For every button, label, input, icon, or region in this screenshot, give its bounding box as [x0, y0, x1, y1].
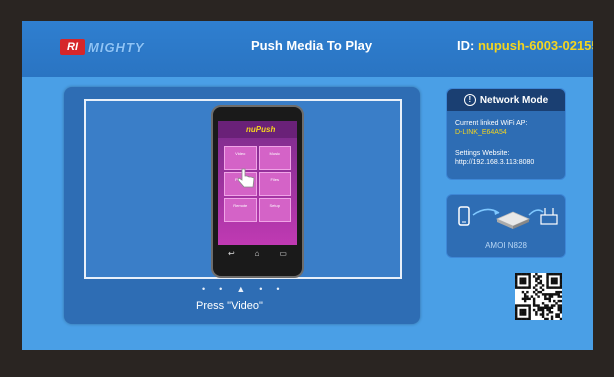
- tv-screen: RI MIGHTY Push Media To Play ID: nupush-…: [22, 21, 593, 350]
- network-mode-title: Network Mode: [479, 94, 549, 106]
- website-label: Settings Website:: [455, 150, 510, 157]
- instruction-text: Press "Video": [196, 300, 263, 312]
- step-dot-active: ▲: [236, 284, 246, 294]
- step-dot: •: [276, 284, 280, 294]
- recent-apps-icon: ▭: [279, 249, 287, 258]
- network-mode-header: ! Network Mode: [447, 89, 565, 111]
- phone-icon: [458, 206, 470, 226]
- step-dot: •: [219, 284, 223, 294]
- wifi-value: D-LINK_E64A54: [455, 129, 507, 136]
- app-tile-setup: Setup: [258, 198, 291, 222]
- qr-code-image: [515, 273, 563, 321]
- logo-mark: RI: [60, 39, 85, 55]
- device-id-label: ID:: [457, 38, 475, 53]
- phone-illustration: nuPush Video Music Photo Files Remote Se…: [211, 105, 304, 278]
- logo-text: MIGHTY: [88, 39, 145, 55]
- app-tile-music: Music: [258, 146, 291, 170]
- phone-screen: nuPush Video Music Photo Files Remote Se…: [218, 121, 297, 245]
- wifi-info: Current linked WiFi AP: D-LINK_E64A54: [455, 119, 527, 137]
- app-name: nuPush: [246, 125, 276, 134]
- media-box-icon: [496, 211, 530, 229]
- wifi-label: Current linked WiFi AP:: [455, 120, 528, 127]
- website-info: Settings Website: http://192.168.3.113:8…: [455, 149, 534, 167]
- connection-diagram: [458, 206, 558, 229]
- step-indicator: • • ▲ • •: [202, 284, 280, 294]
- brand-logo: RI MIGHTY: [60, 38, 145, 56]
- app-tile-files: Files: [258, 172, 291, 196]
- step-dot: •: [202, 284, 206, 294]
- device-name: AMOI N828: [485, 241, 527, 250]
- phone-nav-bar: ↩ ⌂ ▭: [218, 249, 297, 261]
- app-tile-remote: Remote: [224, 198, 257, 222]
- router-icon: [540, 208, 558, 225]
- back-icon: ↩: [227, 249, 235, 258]
- info-icon: !: [463, 94, 476, 106]
- tap-hand-icon: [237, 168, 255, 188]
- app-header: nuPush: [218, 121, 297, 138]
- device-id-value: nupush-6003-021554: [477, 38, 593, 53]
- website-value: http://192.168.3.113:8080: [455, 159, 535, 166]
- home-icon: ⌂: [254, 249, 260, 258]
- device-connection-panel: AMOI N828: [446, 194, 566, 258]
- instruction-frame: nuPush Video Music Photo Files Remote Se…: [84, 99, 402, 279]
- header-bar: RI MIGHTY Push Media To Play ID: nupush-…: [22, 21, 593, 77]
- page-title: Push Media To Play: [251, 38, 373, 53]
- network-mode-panel: ! Network Mode Current linked WiFi AP: D…: [446, 88, 566, 180]
- instruction-panel: nuPush Video Music Photo Files Remote Se…: [64, 87, 420, 324]
- device-id: ID: nupush-6003-021554: [457, 38, 593, 53]
- step-dot: •: [259, 284, 263, 294]
- qr-code: [515, 273, 563, 321]
